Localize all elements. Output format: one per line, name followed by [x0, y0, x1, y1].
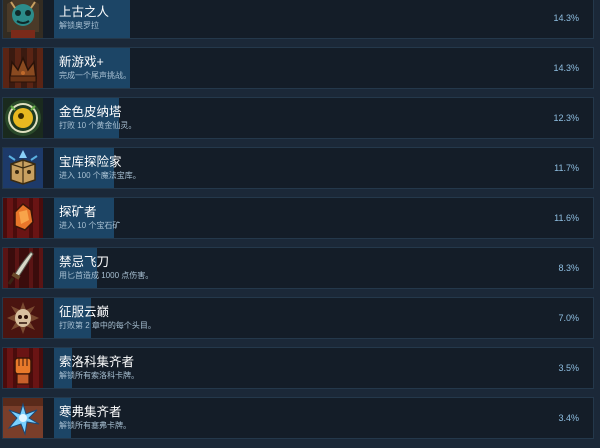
achievement-row[interactable]: 上古之人 解锁奥罗拉 14.3%	[2, 0, 594, 39]
achievement-description: 打败 10 个黄金仙灵。	[59, 121, 137, 130]
dagger-icon	[3, 248, 43, 288]
crown-icon	[3, 48, 43, 88]
achievement-title: 征服云巅	[59, 305, 110, 319]
achievement-row[interactable]: 寒弗集齐者 解锁所有塞弗卡牌。 3.4%	[2, 397, 594, 439]
unlock-percentage: 3.5%	[558, 363, 579, 373]
unlock-percentage: 12.3%	[553, 113, 579, 123]
achievement-description: 进入 100 个魔法宝库。	[59, 171, 141, 180]
skull-emblem-icon	[3, 298, 43, 338]
achievement-description: 进入 10 个宝石矿	[59, 221, 121, 230]
achievement-row[interactable]: 探矿者 进入 10 个宝石矿 11.6%	[2, 197, 594, 239]
achievement-description: 解锁所有索洛科卡牌。	[59, 371, 139, 380]
golden-orb-icon	[3, 98, 43, 138]
achievement-title: 金色皮纳塔	[59, 105, 122, 119]
unlock-percentage: 11.7%	[554, 163, 579, 173]
ice-burst-icon	[3, 398, 43, 438]
achievement-description: 用匕首造成 1000 点伤害。	[59, 271, 154, 280]
fist-card-icon	[3, 348, 43, 388]
achievement-row[interactable]: 索洛科集齐者 解锁所有索洛科卡牌。 3.5%	[2, 347, 594, 389]
unlock-percentage: 7.0%	[558, 313, 579, 323]
achievement-title: 探矿者	[59, 205, 97, 219]
treasure-vault-icon	[3, 148, 43, 188]
achievement-description: 解锁奥罗拉	[59, 21, 99, 30]
unlock-percentage: 8.3%	[558, 263, 579, 273]
achievement-list: 上古之人 解锁奥罗拉 14.3% 新游戏+ 完成一个尾声挑战。 14.3% 金色…	[0, 0, 600, 448]
achievement-title: 禁忌飞刀	[59, 255, 110, 269]
gem-ore-icon	[3, 198, 43, 238]
achievement-row[interactable]: 禁忌飞刀 用匕首造成 1000 点伤害。 8.3%	[2, 247, 594, 289]
achievement-row[interactable]: 新游戏+ 完成一个尾声挑战。 14.3%	[2, 47, 594, 89]
achievement-title: 新游戏+	[59, 55, 104, 69]
achievement-description: 完成一个尾声挑战。	[59, 71, 131, 80]
achievement-row[interactable]: 征服云巅 打败第 2 章中的每个头目。 7.0%	[2, 297, 594, 339]
unlock-percentage: 11.6%	[554, 213, 579, 223]
achievement-title: 上古之人	[59, 5, 110, 19]
unlock-percentage: 14.3%	[553, 13, 579, 23]
achievement-title: 索洛科集齐者	[59, 355, 135, 369]
achievement-description: 解锁所有塞弗卡牌。	[59, 421, 131, 430]
achievement-description: 打败第 2 章中的每个头目。	[59, 321, 156, 330]
achievement-row[interactable]: 宝库探险家 进入 100 个魔法宝库。 11.7%	[2, 147, 594, 189]
unlock-percentage: 14.3%	[553, 63, 579, 73]
unlock-percentage: 3.4%	[558, 413, 579, 423]
mask-face-icon	[3, 0, 43, 38]
achievement-row[interactable]: 金色皮纳塔 打败 10 个黄金仙灵。 12.3%	[2, 97, 594, 139]
achievement-title: 寒弗集齐者	[59, 405, 122, 419]
achievement-title: 宝库探险家	[59, 155, 122, 169]
